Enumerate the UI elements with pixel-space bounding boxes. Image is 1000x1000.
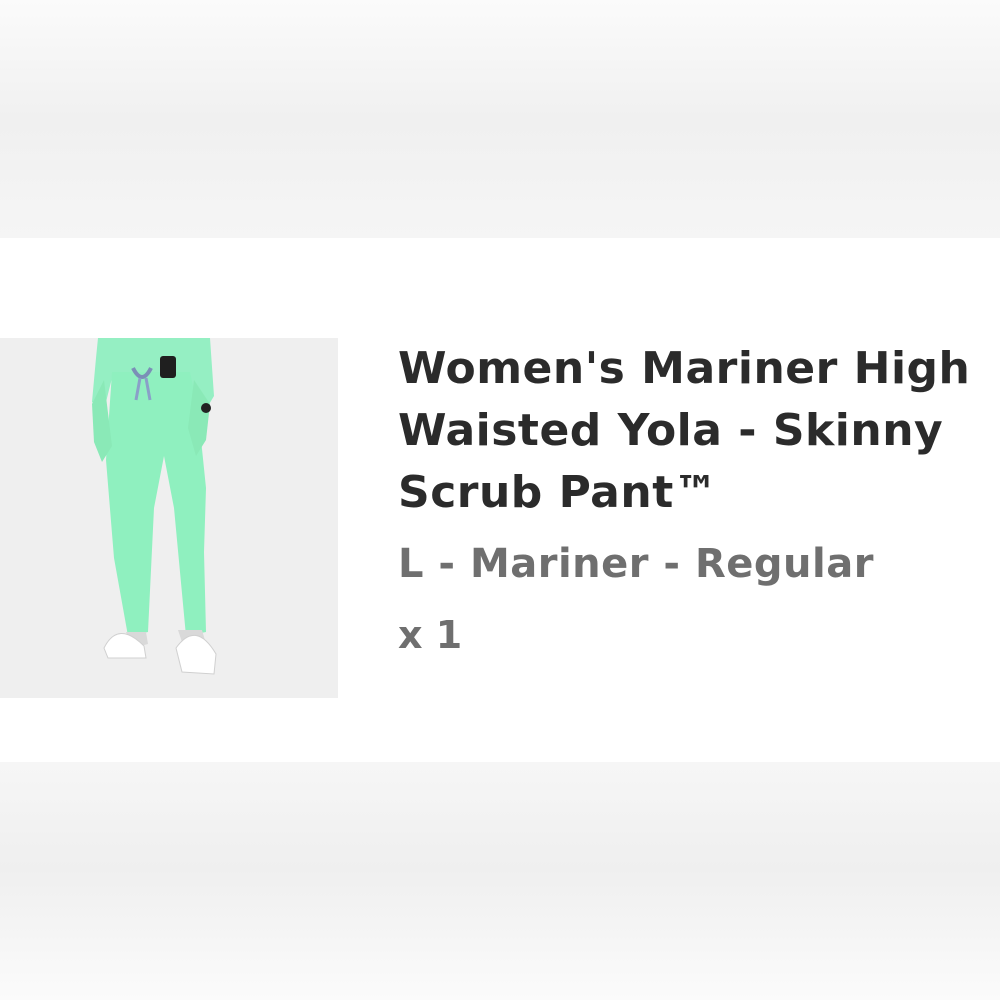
product-title[interactable]: Women's Mariner High Waisted Yola - Skin…: [398, 338, 998, 524]
quantity-text: x 1: [398, 613, 463, 657]
screenshot-page: Women's Mariner High Waisted Yola - Skin…: [0, 0, 1000, 1000]
product-image[interactable]: [0, 338, 338, 698]
product-variant: L - Mariner - Regular: [398, 541, 874, 587]
scrub-pants-photo-icon: [0, 338, 338, 698]
blurred-bottom-background: [0, 762, 1000, 1000]
cart-item-card[interactable]: Women's Mariner High Waisted Yola - Skin…: [0, 238, 1000, 762]
blurred-top-background: [0, 0, 1000, 238]
